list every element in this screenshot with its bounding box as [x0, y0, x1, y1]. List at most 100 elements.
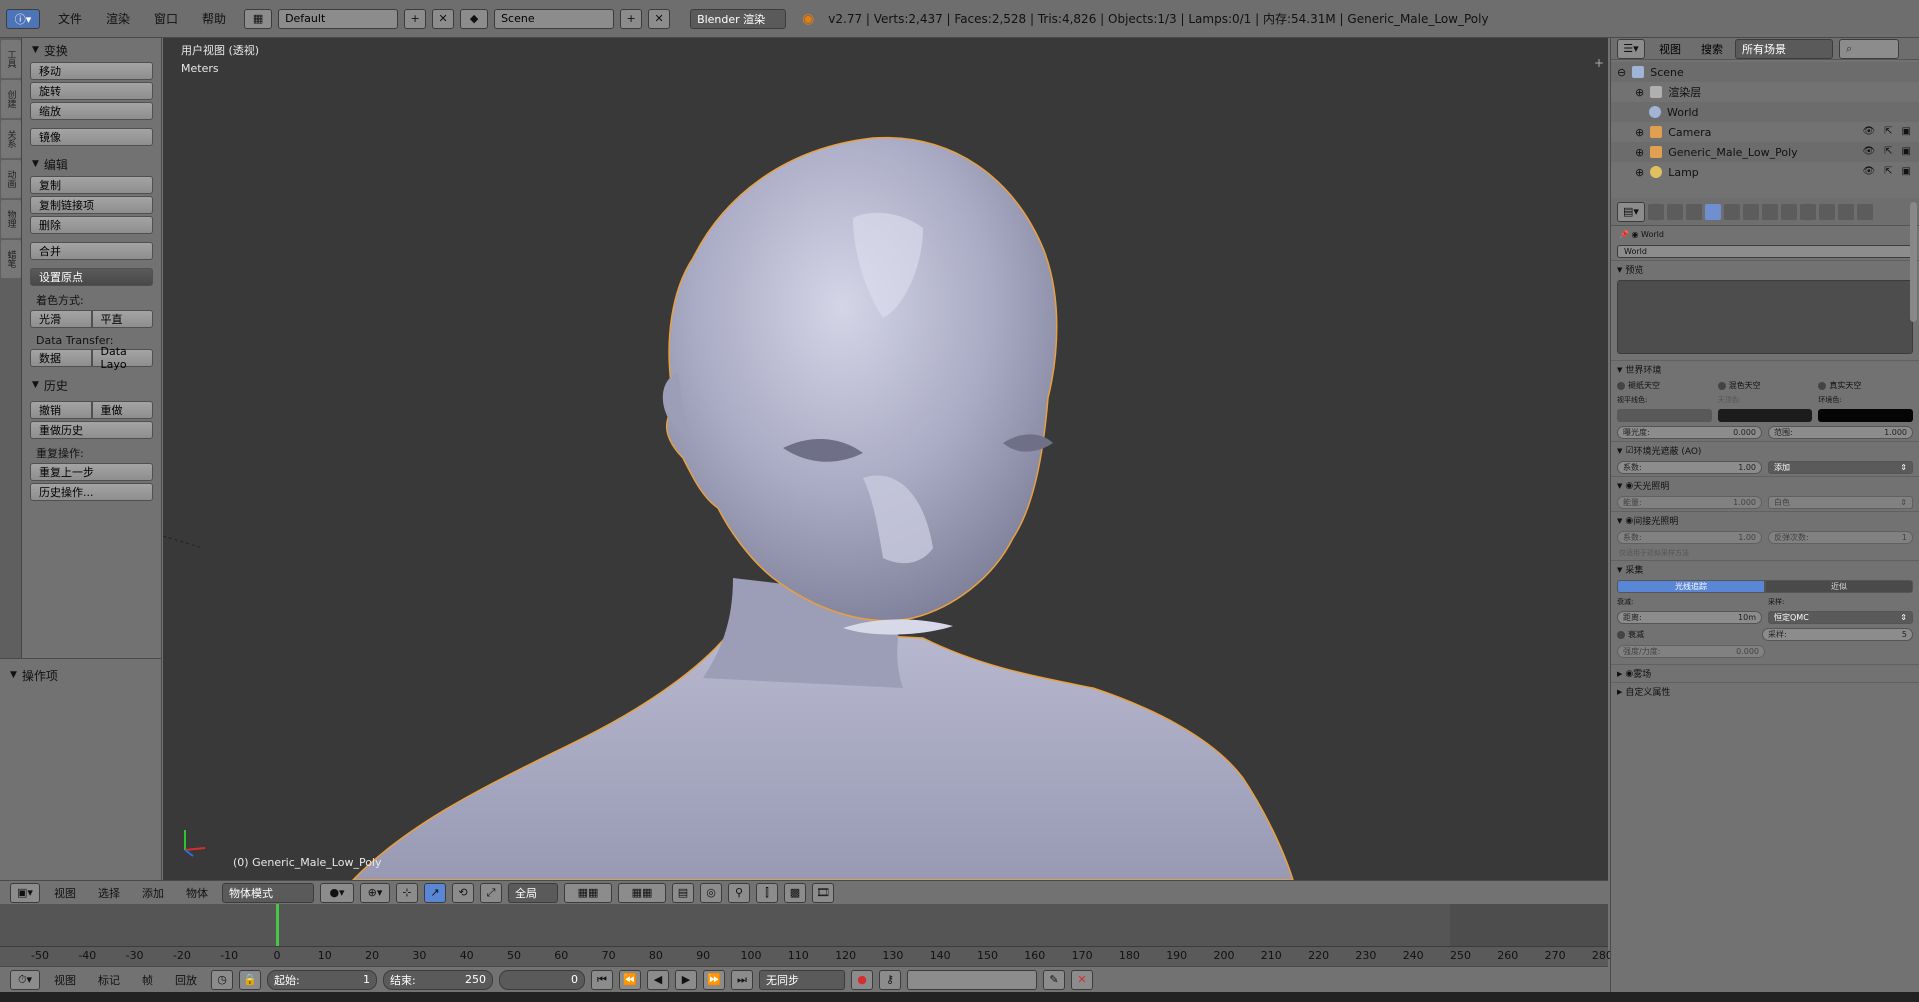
mode-select[interactable]: 物体模式 [222, 882, 314, 903]
panel-preview[interactable]: 预览 [1611, 260, 1919, 278]
paper-sky-radio[interactable]: 褪纸天空 [1617, 380, 1712, 391]
lock-layer-icon[interactable]: ▤ [672, 882, 694, 903]
panel-ao[interactable]: ☑ 环境光遮蔽 (AO) [1611, 441, 1919, 459]
remove-scene-icon[interactable]: ✕ [648, 8, 671, 29]
pivot-icon[interactable]: ⊕▾ [360, 882, 390, 903]
remove-layout-icon[interactable]: ✕ [432, 8, 455, 29]
panel-mist[interactable]: ◉ 雾场 [1611, 664, 1919, 682]
insert-key-icon[interactable]: ✎ [1043, 969, 1065, 990]
strength-field[interactable]: 强度/力度: 0.000 [1617, 645, 1765, 658]
render-icon[interactable]: ▣ [1902, 166, 1911, 177]
tree-item-scene[interactable]: ⊖ Scene [1611, 62, 1919, 82]
join-button[interactable]: 合并 [30, 242, 153, 260]
world-tab-icon[interactable] [1705, 203, 1721, 220]
duplicate-linked-button[interactable]: 复制链接项 [30, 196, 153, 214]
repeat-last-button[interactable]: 重复上一步 [30, 463, 153, 481]
menu-window[interactable]: 窗口 [142, 10, 190, 27]
tab-relations[interactable]: 关系 [1, 120, 21, 158]
panel-gather[interactable]: 采集 [1611, 560, 1919, 578]
manipulator-icon[interactable]: ⊹ [396, 882, 418, 903]
end-frame-field[interactable]: 结束: 250 [383, 969, 493, 990]
tab-grease-pencil[interactable]: 蜡笔 [1, 240, 21, 278]
rotate-button[interactable]: 旋转 [30, 82, 153, 100]
modifiers-tab-icon[interactable] [1762, 203, 1778, 220]
ao-blend-select[interactable]: 添加 ⇕ [1768, 461, 1913, 474]
ao-checkbox[interactable]: ☑ [1625, 446, 1633, 456]
env-light-checkbox[interactable]: ◉ [1625, 481, 1633, 491]
history-ops-button[interactable]: 历史操作... [30, 483, 153, 501]
tl-menu-playback[interactable]: 回放 [167, 972, 205, 988]
set-origin-select[interactable]: 设置原点 [30, 268, 153, 286]
move-button[interactable]: 移动 [30, 62, 153, 80]
outliner-editor-icon[interactable]: ☰▾ [1617, 38, 1645, 59]
panel-transform[interactable]: 变换 [22, 40, 161, 60]
opengl-anim-icon[interactable]: 🎞 [812, 882, 834, 903]
keying-set-field[interactable] [907, 969, 1037, 990]
blend-sky-radio[interactable]: 混色天空 [1718, 380, 1813, 391]
playhead[interactable] [275, 904, 279, 946]
sync-select[interactable]: 无同步 [759, 969, 845, 990]
cursor-icon[interactable]: ⇱ [1884, 166, 1892, 177]
opengl-render-icon[interactable]: ▩ [784, 882, 806, 903]
pin-icon[interactable]: 📌 [1619, 230, 1629, 239]
ind-bounces-field[interactable]: 反弹次数: 1 [1768, 531, 1913, 544]
keying-set-icon[interactable]: ⚷ [879, 969, 901, 990]
tree-item-renderlayers[interactable]: ⊕ 渲染层 [1611, 82, 1919, 102]
menu-add[interactable]: 添加 [134, 885, 172, 901]
3d-viewport[interactable]: 用户视图 (透视) Meters (0) Generic_Male_Low_Po… [163, 38, 1608, 880]
horizon-color-swatch[interactable] [1617, 409, 1712, 422]
rotate-manip-icon[interactable]: ⟲ [452, 882, 474, 903]
sampling-method-select[interactable]: 恒定QMC ⇕ [1768, 611, 1913, 624]
properties-editor-icon[interactable]: ▤▾ [1617, 201, 1645, 222]
approximate-mode-button[interactable]: 近似 [1765, 580, 1913, 593]
cursor-icon[interactable]: ⇱ [1884, 126, 1892, 137]
scene-tab-icon[interactable] [1686, 203, 1702, 220]
delete-button[interactable]: 删除 [30, 216, 153, 234]
current-frame-field[interactable]: 0 [499, 969, 585, 990]
data-layout-button[interactable]: Data Layo [91, 345, 153, 371]
particles-tab-icon[interactable] [1838, 203, 1854, 220]
menu-render[interactable]: 渲染 [94, 10, 142, 27]
add-region-icon[interactable]: + [1594, 56, 1604, 70]
panel-edit[interactable]: 编辑 [22, 154, 161, 174]
preview-range-icon[interactable]: ◷ [211, 969, 233, 990]
translate-manip-icon[interactable]: ↗ [424, 882, 446, 903]
tree-item-camera[interactable]: ⊕ Camera 👁 ⇱ ▣ [1611, 122, 1919, 142]
lock-icon[interactable]: 🔒 [239, 969, 261, 990]
raytrace-mode-button[interactable]: 光线追踪 [1617, 580, 1765, 593]
mist-checkbox[interactable]: ◉ [1625, 669, 1633, 679]
layers2-icon[interactable]: ▦▦ [618, 882, 666, 903]
snap-icon[interactable]: ⚲ [728, 882, 750, 903]
proportional-icon[interactable]: ◎ [700, 882, 722, 903]
prev-key-icon[interactable]: ⏪ [619, 969, 641, 990]
env-energy-field[interactable]: 能量: 1.000 [1617, 496, 1762, 509]
world-name-field[interactable]: World [1617, 245, 1913, 258]
panel-custom-props[interactable]: 自定义属性 [1611, 682, 1919, 700]
info-editor-icon[interactable]: ⓘ▾ [6, 8, 40, 29]
redo-button[interactable]: 重做 [91, 401, 153, 419]
panel-indirect[interactable]: ◉ 间接光照明 [1611, 511, 1919, 529]
distance-field[interactable]: 距离: 10m [1617, 611, 1762, 624]
tl-menu-frame[interactable]: 帧 [134, 972, 161, 988]
texture-tab-icon[interactable] [1819, 203, 1835, 220]
scene-field[interactable]: Scene [494, 8, 615, 29]
layers-tab-icon[interactable] [1667, 203, 1683, 220]
falloff-checkbox[interactable]: 衰减 [1617, 628, 1756, 641]
cursor-icon[interactable]: ⇱ [1884, 146, 1892, 157]
render-engine-select[interactable]: Blender 渲染 [690, 8, 787, 29]
add-scene-icon[interactable]: + [620, 8, 643, 29]
menu-view[interactable]: 视图 [46, 885, 84, 901]
delete-key-icon[interactable]: ✕ [1071, 969, 1093, 990]
outliner-menu-view[interactable]: 视图 [1651, 41, 1689, 57]
ao-factor-field[interactable]: 系数: 1.00 [1617, 461, 1762, 474]
layers-icon[interactable]: ▦▦ [564, 882, 612, 903]
panel-operator[interactable]: 操作项 [0, 665, 161, 685]
tab-physics[interactable]: 物理 [1, 200, 21, 238]
ind-factor-field[interactable]: 系数: 1.00 [1617, 531, 1762, 544]
play-icon[interactable]: ▶ [675, 969, 697, 990]
range-field[interactable]: 范围: 1.000 [1768, 426, 1913, 439]
render-icon[interactable]: ▣ [1902, 126, 1911, 137]
samples-field[interactable]: 采样: 5 [1762, 628, 1913, 641]
layout-icon[interactable]: ▦ [244, 8, 273, 29]
editor-type-icon[interactable]: ▣▾ [10, 882, 40, 903]
